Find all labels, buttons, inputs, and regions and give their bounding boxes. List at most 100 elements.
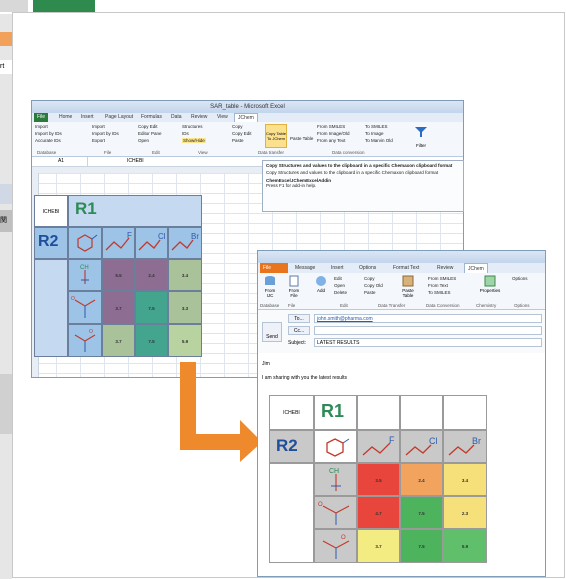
outlook-to-field[interactable]: john.smith@pharma.com (314, 314, 542, 323)
outlook-r2-structure-cell[interactable] (314, 430, 357, 463)
excel-ids-button[interactable]: IDs (182, 131, 189, 136)
outlook-substituent-cl[interactable]: Cl (400, 430, 443, 463)
excel-left-blank-cell[interactable] (34, 259, 68, 357)
outlook-tab-review[interactable]: Review (434, 263, 456, 273)
excel-copy-button[interactable]: Copy (232, 124, 243, 129)
outlook-value-cell[interactable]: 4.7 (357, 496, 400, 529)
outlook-from-smiles-button[interactable]: From SMILES (428, 276, 456, 281)
excel-tab-page-layout[interactable]: Page Layout (102, 113, 136, 122)
excel-value-cell[interactable]: 2.4 (135, 259, 168, 291)
excel-tab-data[interactable]: Data (168, 113, 185, 122)
excel-value-cell[interactable]: 7.5 (135, 324, 168, 357)
outlook-from-ijc-button[interactable]: From IJC (261, 275, 279, 298)
excel-editor-pane-button[interactable]: Editor Pane (138, 131, 162, 136)
outlook-from-text-button[interactable]: From Text (428, 283, 448, 288)
excel-accurate-ids-button[interactable]: Accurate IDs (35, 138, 61, 143)
outlook-to-smiles-button[interactable]: To SMILES (428, 290, 451, 295)
outlook-copy-old-button[interactable]: Copy Old (364, 283, 383, 288)
outlook-substituent-br[interactable]: Br (443, 430, 487, 463)
excel-from-smiles-button[interactable]: From SMILES (317, 124, 345, 129)
outlook-properties-button[interactable]: Properties (476, 275, 504, 293)
excel-import-ids-button[interactable]: Import by IDs (35, 131, 62, 136)
excel-tab-jchem[interactable]: JChem (234, 113, 258, 122)
outlook-tab-message[interactable]: Message (292, 263, 318, 273)
excel-file-import-button[interactable]: Import (92, 124, 105, 129)
excel-substituent-cl[interactable]: Cl (135, 227, 168, 259)
outlook-value-cell[interactable]: 2.3 (443, 496, 487, 529)
excel-export-button[interactable]: Export (92, 138, 105, 143)
outlook-from-file-button[interactable]: From File (285, 275, 303, 298)
outlook-value-cell[interactable]: 7.5 (400, 529, 443, 563)
excel-to-marvin-button[interactable]: To Marvin Old (365, 138, 393, 143)
excel-paste-button[interactable]: Paste (232, 138, 244, 143)
excel-copy-edit2-button[interactable]: Copy Edit (232, 131, 252, 136)
excel-row2-structure[interactable]: O (68, 291, 102, 324)
excel-value-cell[interactable]: 5.5 (102, 259, 135, 291)
excel-tab-review[interactable]: Review (188, 113, 210, 122)
outlook-tab-options[interactable]: Options (356, 263, 379, 273)
excel-paste-table-button[interactable]: Paste Table (290, 136, 313, 141)
outlook-tab-insert[interactable]: Insert (328, 263, 347, 273)
excel-value-cell[interactable]: 3.7 (102, 324, 135, 357)
excel-open-button[interactable]: Open (138, 138, 149, 143)
excel-value-cell[interactable]: 5.9 (168, 324, 202, 357)
excel-tab-formulas[interactable]: Formulas (138, 113, 165, 122)
excel-value-cell[interactable]: 7.5 (135, 291, 168, 324)
outlook-row3-structure[interactable]: O (314, 529, 357, 563)
excel-r1-header[interactable]: R1 (68, 195, 202, 227)
outlook-paste-button[interactable]: Paste (364, 290, 376, 295)
outlook-empty-header[interactable] (400, 395, 443, 430)
outlook-subject-field[interactable]: LATEST RESULTS (314, 338, 542, 347)
outlook-value-cell[interactable]: 3.7 (357, 529, 400, 563)
outlook-edit-button[interactable]: Edit (334, 276, 342, 281)
excel-corner-cell[interactable]: ICHEBI (34, 195, 68, 227)
excel-row3-structure[interactable]: O (68, 324, 102, 357)
excel-substituent-f[interactable]: F (102, 227, 135, 259)
outlook-send-button[interactable]: Send (262, 322, 282, 342)
outlook-value-cell[interactable]: 7.5 (400, 496, 443, 529)
outlook-cc-field[interactable] (314, 326, 542, 335)
excel-tab-home[interactable]: Home (56, 113, 75, 122)
excel-r2-header[interactable]: R2 (34, 227, 68, 259)
outlook-open-button[interactable]: Open (334, 283, 345, 288)
excel-tab-insert[interactable]: Insert (78, 113, 97, 122)
outlook-empty-header[interactable] (357, 395, 400, 430)
excel-from-text-button[interactable]: From any Text (317, 138, 345, 143)
outlook-left-blank-cell[interactable] (269, 463, 314, 563)
outlook-row2-structure[interactable]: O (314, 496, 357, 529)
outlook-cc-button[interactable]: Cc... (288, 326, 310, 335)
excel-structures-button[interactable]: Structures (182, 124, 203, 129)
excel-file-import-ids-button[interactable]: Import by IDs (92, 131, 119, 136)
outlook-delete-button[interactable]: Delete (334, 290, 347, 295)
outlook-value-cell[interactable]: 5.9 (443, 529, 487, 563)
excel-value-cell[interactable]: 3.3 (168, 291, 202, 324)
excel-r2-structure-cell[interactable] (68, 227, 102, 259)
outlook-empty-header[interactable] (443, 395, 487, 430)
excel-filter-button[interactable]: Filter (414, 125, 428, 148)
outlook-r1-header[interactable]: R1 (314, 395, 357, 430)
excel-row1-structure[interactable]: CH (68, 259, 102, 291)
outlook-add-button[interactable]: Add (313, 275, 329, 293)
excel-substituent-br[interactable]: Br (168, 227, 202, 259)
outlook-row1-structure[interactable]: CH (314, 463, 357, 496)
excel-copy-edit-button[interactable]: Copy Edit (138, 124, 158, 129)
excel-tab-view[interactable]: View (214, 113, 231, 122)
excel-value-cell[interactable]: 3.4 (168, 259, 202, 291)
outlook-value-cell[interactable]: 3.5 (357, 463, 400, 496)
excel-to-image-button[interactable]: To Image (365, 131, 384, 136)
excel-to-smiles-button[interactable]: To SMILES (365, 124, 388, 129)
excel-formula-input[interactable]: ICHEBI (127, 157, 144, 166)
outlook-corner-cell[interactable]: ICHEBI (269, 395, 314, 430)
outlook-options-button[interactable]: Options (512, 276, 528, 281)
excel-value-cell[interactable]: 3.7 (102, 291, 135, 324)
excel-name-box[interactable]: A1 (35, 157, 88, 166)
outlook-copy-button[interactable]: Copy (364, 276, 375, 281)
outlook-substituent-f[interactable]: F (357, 430, 400, 463)
outlook-paste-table-button[interactable]: Paste Table (398, 275, 418, 298)
excel-tab-file[interactable]: File (34, 113, 49, 122)
excel-import-button[interactable]: Import (35, 124, 48, 129)
outlook-tab-format-text[interactable]: Format Text (390, 263, 422, 273)
outlook-value-cell[interactable]: 3.4 (443, 463, 487, 496)
excel-show-hide-button[interactable]: Show/Hide (182, 138, 206, 143)
excel-from-image-button[interactable]: From Image/Old (317, 131, 350, 136)
